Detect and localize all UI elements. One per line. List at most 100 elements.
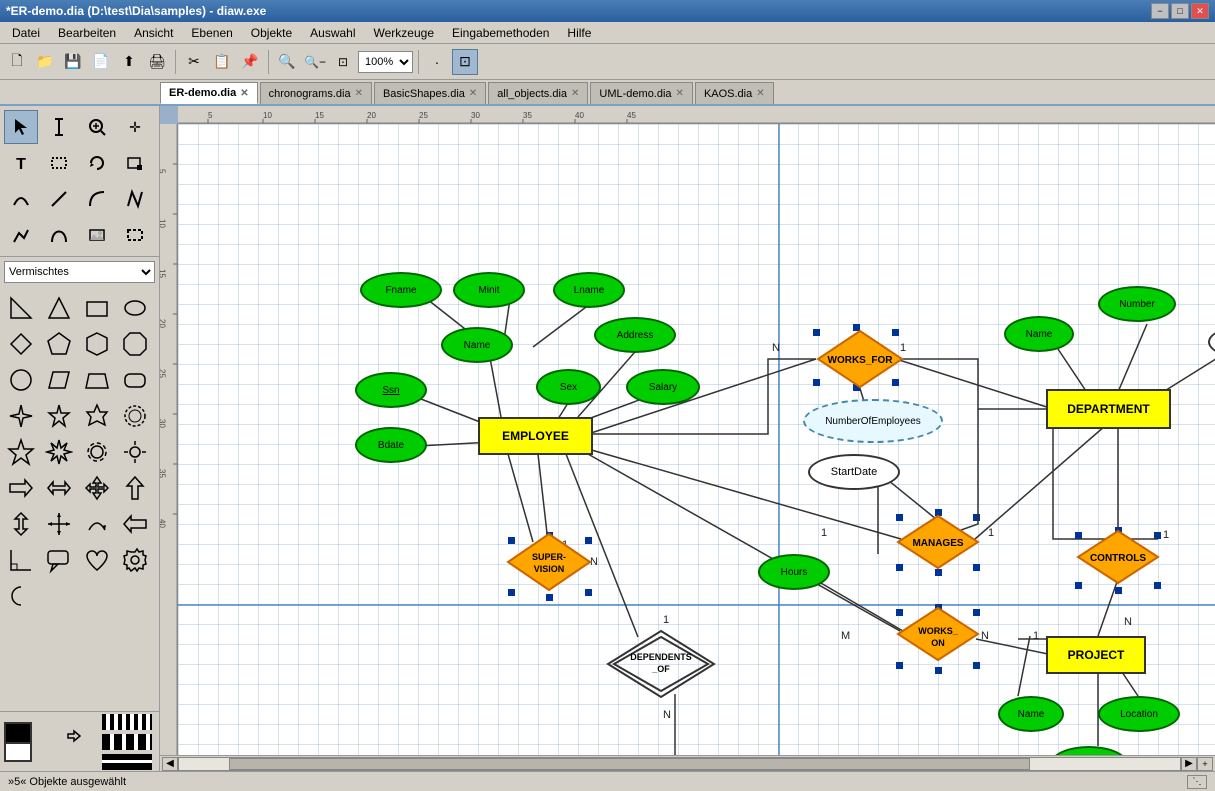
curve-tool[interactable] (4, 182, 38, 216)
tab-chronograms[interactable]: chronograms.dia ✕ (260, 82, 372, 104)
tab-close-kaos[interactable]: ✕ (756, 88, 764, 99)
cut-button[interactable]: ✂ (181, 49, 207, 75)
move-tool[interactable]: ✛ (118, 110, 152, 144)
shape-pentagon[interactable] (42, 327, 76, 361)
zigzag-tool[interactable] (118, 182, 152, 216)
resize-tool[interactable] (118, 146, 152, 180)
select-tool[interactable] (4, 110, 38, 144)
attr-proj-name[interactable]: Name (998, 696, 1064, 732)
minimize-button[interactable]: − (1151, 3, 1169, 19)
attr-hours[interactable]: Hours (758, 554, 830, 590)
arc-tool[interactable] (80, 182, 114, 216)
new-button[interactable]: 🗋 (4, 49, 30, 75)
menu-ansicht[interactable]: Ansicht (126, 24, 181, 42)
menu-ebenen[interactable]: Ebenen (183, 24, 240, 42)
shape-circle[interactable] (4, 363, 38, 397)
shape-arrows4[interactable] (80, 471, 114, 505)
attr-bdate[interactable]: Bdate (355, 427, 427, 463)
attr-ssn[interactable]: Ssn (355, 372, 427, 408)
tab-close-basicshapes[interactable]: ✕ (469, 88, 477, 99)
entity-employee[interactable]: EMPLOYEE (478, 417, 593, 455)
attr-address[interactable]: Address (594, 317, 676, 353)
fg-color-box[interactable] (4, 722, 32, 744)
grid-button[interactable]: · (424, 49, 450, 75)
attr-dept-number[interactable]: Number (1098, 286, 1176, 322)
attr-name-emp[interactable]: Name (441, 327, 513, 363)
shape-right-triangle[interactable] (4, 291, 38, 325)
polyline-tool[interactable] (4, 218, 38, 252)
menu-auswahl[interactable]: Auswahl (302, 24, 363, 42)
shape-hexagon[interactable] (80, 327, 114, 361)
tab-close-er-demo[interactable]: ✕ (240, 88, 248, 99)
text-tool[interactable]: T (4, 146, 38, 180)
shape-category-select[interactable]: Vermischtes (4, 261, 155, 283)
tab-kaos[interactable]: KAOS.dia ✕ (695, 82, 774, 104)
shape-star4[interactable] (4, 399, 38, 433)
shape-diamond[interactable] (4, 327, 38, 361)
line-style-2[interactable] (102, 734, 152, 750)
menu-hilfe[interactable]: Hilfe (559, 24, 599, 42)
shape-callout[interactable] (42, 543, 76, 577)
hscroll-track[interactable] (178, 757, 1181, 771)
shape-star6[interactable] (80, 399, 114, 433)
tab-close-chronograms[interactable]: ✕ (355, 88, 363, 99)
scroll-add-btn[interactable]: + (1197, 757, 1213, 771)
shape-ellipse[interactable] (118, 291, 152, 325)
shape-starburst[interactable] (118, 399, 152, 433)
zoom-select[interactable]: 100% 75% 50% 150% 200% (358, 51, 413, 73)
shape-trapezoid[interactable] (80, 363, 114, 397)
shape-arrow-up[interactable] (118, 471, 152, 505)
relation-works-for[interactable]: WORKS_FOR (816, 329, 904, 389)
scroll-right-btn[interactable]: ▶ (1181, 757, 1197, 771)
tab-er-demo[interactable]: ER-demo.dia ✕ (160, 82, 258, 104)
tab-basicshapes[interactable]: BasicShapes.dia ✕ (374, 82, 486, 104)
shape-heart[interactable] (80, 543, 114, 577)
saveas-button[interactable]: 📄 (88, 49, 114, 75)
menu-datei[interactable]: Datei (4, 24, 48, 42)
text-cursor-tool[interactable] (42, 110, 76, 144)
shape-arrow-right[interactable] (4, 471, 38, 505)
status-resize-grip[interactable]: ⋱ (1187, 775, 1207, 789)
tab-uml-demo[interactable]: UML-demo.dia ✕ (590, 82, 693, 104)
attr-salary[interactable]: Salary (626, 369, 700, 405)
snap-button[interactable]: ⊡ (452, 49, 478, 75)
outline-tool[interactable] (118, 218, 152, 252)
shape-octagon[interactable] (118, 327, 152, 361)
shape-star5[interactable] (42, 399, 76, 433)
entity-department[interactable]: DEPARTMENT (1046, 389, 1171, 429)
image-tool[interactable] (80, 218, 114, 252)
shape-arrow-left[interactable] (118, 507, 152, 541)
shape-double-arrow-h[interactable] (42, 471, 76, 505)
shape-rounded-rect[interactable] (118, 363, 152, 397)
paste-button[interactable]: 📌 (237, 49, 263, 75)
shape-arrow-up-down[interactable] (4, 507, 38, 541)
line-tool[interactable] (42, 182, 76, 216)
attr-num-employees[interactable]: NumberOfEmployees (803, 399, 943, 443)
attr-proj-location[interactable]: Location (1098, 696, 1180, 732)
bezier-tool[interactable] (42, 218, 76, 252)
tab-close-all-objects[interactable]: ✕ (571, 88, 579, 99)
shape-parallelogram[interactable] (42, 363, 76, 397)
attr-startdate[interactable]: StartDate (808, 454, 900, 490)
relation-controls[interactable]: CONTROLS (1076, 529, 1160, 585)
export-button[interactable]: ⬆ (116, 49, 142, 75)
relation-works-on[interactable]: WORKS_ ON (896, 606, 980, 662)
menu-objekte[interactable]: Objekte (243, 24, 300, 42)
menu-werkzeuge[interactable]: Werkzeuge (366, 24, 442, 42)
tab-all-objects[interactable]: all_objects.dia ✕ (488, 82, 588, 104)
box-tool[interactable] (42, 146, 76, 180)
zoom-in-button[interactable]: 🔍 (274, 49, 300, 75)
shape-star8[interactable] (42, 435, 76, 469)
line-style-1[interactable] (102, 714, 152, 730)
shape-rightangle[interactable] (4, 543, 38, 577)
shape-arrows-curve[interactable] (80, 507, 114, 541)
shape-arrows4b[interactable] (42, 507, 76, 541)
menu-eingabemethoden[interactable]: Eingabemethoden (444, 24, 557, 42)
zoom-out-button[interactable]: 🔍− (302, 49, 328, 75)
tab-close-uml-demo[interactable]: ✕ (676, 88, 684, 99)
print-button[interactable]: 🖨 (144, 49, 170, 75)
attr-fname[interactable]: Fname (360, 272, 442, 308)
shape-gear[interactable] (80, 435, 114, 469)
zoom-tool[interactable] (80, 110, 114, 144)
shape-crescent[interactable] (4, 579, 38, 613)
